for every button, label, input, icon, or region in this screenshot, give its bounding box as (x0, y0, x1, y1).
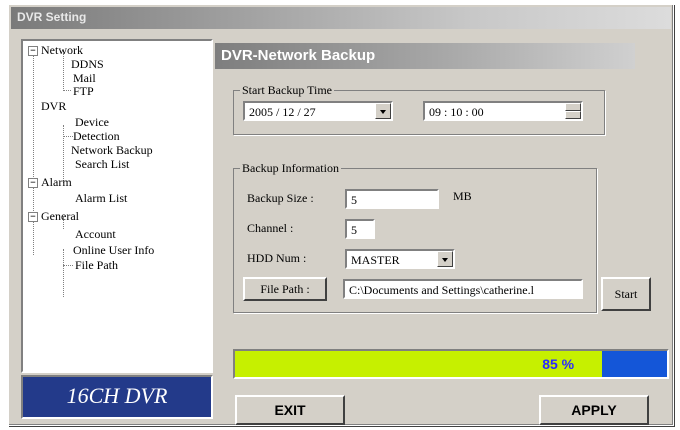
tree-item-alarm[interactable]: Alarm (41, 175, 72, 189)
dvr-setting-window: DVR Setting − Network DDNS Mail FTP DVR … (8, 4, 674, 426)
date-value: 2005 / 12 / 27 (249, 105, 316, 119)
file-path-input[interactable]: C:\Documents and Settings\catherine.l (343, 279, 583, 299)
backup-progress-bar: 85 % (233, 349, 669, 379)
tree-item-online-user-info[interactable]: Online User Info (73, 243, 154, 257)
title-bar[interactable]: DVR Setting (11, 7, 671, 29)
spin-down-icon[interactable] (565, 111, 581, 119)
tree-item-detection[interactable]: Detection (73, 129, 120, 143)
tree-item-alarm-list[interactable]: Alarm List (75, 191, 127, 205)
time-picker[interactable]: 09 : 10 : 00 (423, 101, 583, 121)
collapse-icon[interactable]: − (28, 212, 38, 222)
product-logo: 16CH DVR (21, 375, 213, 419)
tree-item-ddns[interactable]: DDNS (71, 57, 104, 71)
time-value: 09 : 10 : 00 (429, 105, 484, 119)
backup-size-input[interactable]: 5 (345, 189, 439, 209)
window-title: DVR Setting (17, 10, 87, 24)
file-path-button[interactable]: File Path : (243, 277, 327, 301)
hdd-num-value: MASTER (351, 253, 400, 267)
backup-info-legend: Backup Information (242, 161, 339, 175)
exit-button[interactable]: EXIT (235, 395, 345, 425)
apply-button[interactable]: APPLY (539, 395, 649, 425)
time-spinner[interactable] (565, 103, 581, 119)
settings-tree: − Network DDNS Mail FTP DVR Device Detec… (21, 39, 213, 373)
start-button[interactable]: Start (601, 277, 651, 311)
tree-item-account[interactable]: Account (75, 227, 116, 241)
tree-connector (63, 90, 71, 91)
hdd-num-select[interactable]: MASTER (345, 249, 455, 269)
tree-item-general[interactable]: General (41, 209, 79, 223)
tree-connector (63, 249, 64, 297)
tree-item-device[interactable]: Device (75, 115, 109, 129)
tree-connector (63, 136, 73, 137)
tree-connector (63, 265, 73, 266)
spin-up-icon[interactable] (565, 103, 581, 111)
tree-item-ftp[interactable]: FTP (73, 84, 94, 98)
logo-text: 16CH DVR (66, 383, 168, 408)
dropdown-arrow-icon[interactable] (375, 103, 391, 119)
collapse-icon[interactable]: − (28, 178, 38, 188)
tree-item-network[interactable]: Network (41, 43, 83, 57)
date-picker[interactable]: 2005 / 12 / 27 (243, 101, 393, 121)
tree-item-network-backup[interactable]: Network Backup (71, 143, 153, 157)
panel-header: DVR-Network Backup (215, 43, 635, 69)
collapse-icon[interactable]: − (28, 46, 38, 56)
tree-item-mail[interactable]: Mail (73, 71, 96, 85)
backup-size-label: Backup Size : (247, 191, 314, 205)
tree-connector (33, 55, 34, 255)
start-time-legend: Start Backup Time (242, 83, 333, 97)
tree-item-file-path[interactable]: File Path (75, 258, 118, 272)
channel-label: Channel : (247, 221, 294, 235)
dropdown-arrow-icon[interactable] (437, 251, 453, 267)
progress-percent: 85 % (542, 356, 575, 372)
backup-size-unit: MB (453, 189, 472, 203)
hdd-num-label: HDD Num : (247, 251, 307, 265)
tree-item-dvr[interactable]: DVR (41, 99, 66, 113)
tree-item-search-list[interactable]: Search List (75, 157, 129, 171)
channel-input[interactable]: 5 (345, 219, 375, 239)
panel-title: DVR-Network Backup (221, 47, 376, 64)
tree-connector (63, 53, 64, 89)
